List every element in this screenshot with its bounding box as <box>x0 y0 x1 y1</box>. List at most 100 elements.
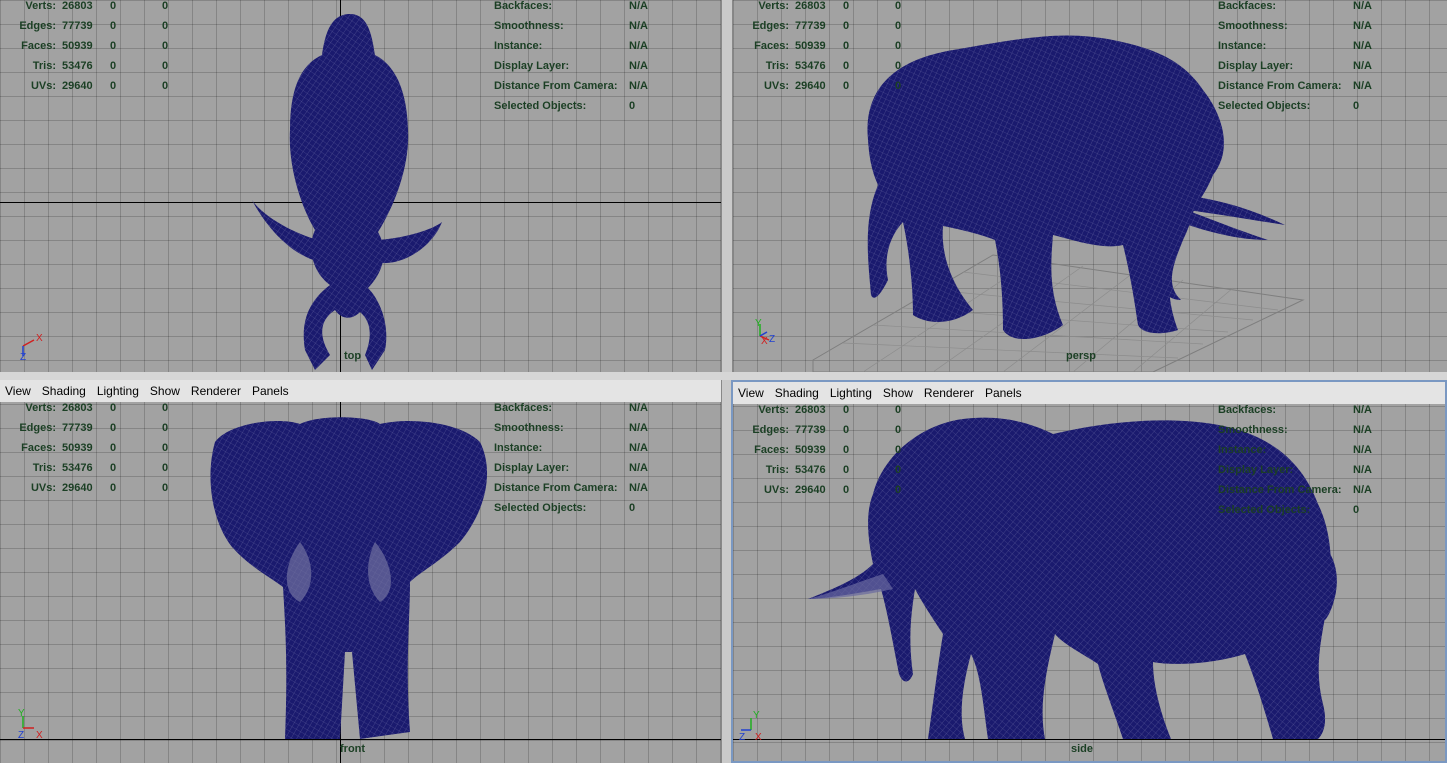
menu-panels[interactable]: Panels <box>985 386 1022 400</box>
hud-stat-label: Faces: <box>754 444 789 456</box>
hud-stat-value: 50939 <box>62 442 93 454</box>
hud-stat-row: Tris: 53476 0 0 <box>0 56 214 76</box>
menu-view[interactable]: View <box>5 384 31 398</box>
hud-stat-label: Verts: <box>758 0 789 12</box>
hud-info-row: Selected Objects: 0 <box>494 96 669 116</box>
menu-show[interactable]: Show <box>150 384 180 398</box>
axis-gizmo-icon: Y Z X <box>739 710 762 740</box>
hud-stat-component: 0 <box>162 40 169 52</box>
hud-info-row: Instance: N/A <box>494 36 669 56</box>
hud-poly-stats: Verts: 26803 0 0 Edges: 77739 0 0 Faces: 50939 0 0 T… <box>0 0 214 96</box>
hud-info-label: Distance From Camera: <box>1218 80 1342 92</box>
hud-stat-selected: 0 <box>843 444 850 456</box>
svg-text:X: X <box>761 336 768 347</box>
hud-stat-row: Faces: 50939 0 0 <box>733 36 947 56</box>
svg-text:Z: Z <box>18 730 24 738</box>
hud-stat-component: 0 <box>162 482 169 494</box>
hud-stat-selected: 0 <box>843 80 850 92</box>
svg-text:X: X <box>36 730 43 738</box>
menu-shading[interactable]: Shading <box>775 386 819 400</box>
pane-divider-horizontal[interactable] <box>0 372 1447 380</box>
hud-info-label: Display Layer: <box>494 462 570 474</box>
hud-stat-component: 0 <box>895 484 902 496</box>
hud-stat-label: Faces: <box>754 40 789 52</box>
hud-stat-row: Verts: 26803 0 0 <box>733 0 947 16</box>
hud-stat-label: Edges: <box>752 20 789 32</box>
hud-object-info: Backfaces: N/A Smoothness: N/A Instance: N/A D… <box>494 402 669 518</box>
hud-info-row: Instance: N/A <box>494 438 669 458</box>
hud-info-row: Smoothness: N/A <box>1218 16 1393 36</box>
hud-info-value: N/A <box>629 20 648 32</box>
hud-stat-value: 29640 <box>62 80 93 92</box>
hud-info-row: Smoothness: N/A <box>1218 420 1393 440</box>
hud-stat-value: 77739 <box>62 422 93 434</box>
hud-stat-row: Faces: 50939 0 0 <box>0 438 214 458</box>
hud-info-label: Smoothness: <box>1218 20 1288 32</box>
hud-stat-component: 0 <box>162 80 169 92</box>
hud-info-value: N/A <box>629 80 648 92</box>
hud-info-value: N/A <box>629 60 648 72</box>
hud-info-row: Selected Objects: 0 <box>1218 96 1393 116</box>
hud-info-label: Backfaces: <box>494 0 553 12</box>
menu-show[interactable]: Show <box>883 386 913 400</box>
hud-stat-value: 50939 <box>795 40 826 52</box>
hud-stat-value: 53476 <box>795 464 826 476</box>
menu-shading[interactable]: Shading <box>42 384 86 398</box>
hud-poly-stats: Verts: 26803 0 0 Edges: 77739 0 0 Faces: 50939 0 0 T… <box>0 402 214 498</box>
hud-info-value: N/A <box>629 40 648 52</box>
hud-stat-component: 0 <box>895 404 902 416</box>
hud-stat-selected: 0 <box>843 424 850 436</box>
hud-info-value: 0 <box>1353 504 1360 516</box>
hud-info-label: Backfaces: <box>494 402 553 414</box>
hud-info-label: Display Layer: <box>1218 464 1294 476</box>
svg-text:X: X <box>755 732 762 740</box>
hud-info-value: N/A <box>1353 464 1372 476</box>
hud-info-label: Instance: <box>494 40 543 52</box>
viewport-top[interactable]: Verts: 26803 0 0 Edges: 77739 0 0 Faces: 50939 0 0 T… <box>0 0 721 372</box>
hud-info-row: Selected Objects: 0 <box>1218 500 1393 520</box>
hud-info-row: Backfaces: N/A <box>494 402 669 418</box>
hud-info-label: Instance: <box>494 442 543 454</box>
hud-info-value: N/A <box>1353 0 1372 12</box>
hud-info-label: Backfaces: <box>1218 404 1277 416</box>
hud-info-label: Selected Objects: <box>1218 100 1311 112</box>
viewport-front[interactable]: View Shading Lighting Show Renderer Pane… <box>0 380 721 763</box>
hud-info-row: Display Layer: N/A <box>494 458 669 478</box>
menu-panels[interactable]: Panels <box>252 384 289 398</box>
hud-stat-selected: 0 <box>110 462 117 474</box>
hud-info-value: N/A <box>1353 20 1372 32</box>
hud-stat-selected: 0 <box>110 80 117 92</box>
hud-stat-label: Tris: <box>765 464 789 476</box>
menu-lighting[interactable]: Lighting <box>830 386 872 400</box>
hud-info-row: Display Layer: N/A <box>1218 460 1393 480</box>
hud-info-value: N/A <box>629 422 648 434</box>
hud-stat-label: Tris: <box>32 60 56 72</box>
axis-gizmo-icon: Y Z X <box>18 708 43 738</box>
hud-info-row: Distance From Camera: N/A <box>1218 76 1393 96</box>
menu-lighting[interactable]: Lighting <box>97 384 139 398</box>
panel-menubar: View Shading Lighting Show Renderer Pane… <box>0 380 721 402</box>
hud-stat-selected: 0 <box>110 40 117 52</box>
hud-stat-label: UVs: <box>763 484 789 496</box>
hud-stat-selected: 0 <box>843 484 850 496</box>
viewport-side[interactable]: View Shading Lighting Show Renderer Pane… <box>731 380 1447 763</box>
hud-stat-label: Tris: <box>32 462 56 474</box>
hud-stat-label: UVs: <box>30 482 56 494</box>
menu-view[interactable]: View <box>738 386 764 400</box>
hud-stat-row: Tris: 53476 0 0 <box>0 458 214 478</box>
hud-info-row: Backfaces: N/A <box>494 0 669 16</box>
hud-poly-stats: Verts: 26803 0 0 Edges: 77739 0 0 Faces: 50939 0 0 T… <box>733 0 947 96</box>
hud-info-label: Display Layer: <box>494 60 570 72</box>
menu-renderer[interactable]: Renderer <box>191 384 241 398</box>
hud-stat-label: UVs: <box>763 80 789 92</box>
hud-object-info: Backfaces: N/A Smoothness: N/A Instance: N/A D… <box>1218 0 1393 116</box>
hud-stat-selected: 0 <box>843 464 850 476</box>
viewport-persp[interactable]: Verts: 26803 0 0 Edges: 77739 0 0 Faces: 50939 0 0 T… <box>733 0 1447 372</box>
menu-renderer[interactable]: Renderer <box>924 386 974 400</box>
hud-object-info: Backfaces: N/A Smoothness: N/A Instance: N/A D… <box>1218 404 1393 520</box>
camera-label-top: top <box>344 350 362 362</box>
hud-info-value: N/A <box>629 0 648 12</box>
hud-info-row: Distance From Camera: N/A <box>494 478 669 498</box>
svg-text:Z: Z <box>20 352 26 360</box>
hud-info-label: Selected Objects: <box>494 100 587 112</box>
